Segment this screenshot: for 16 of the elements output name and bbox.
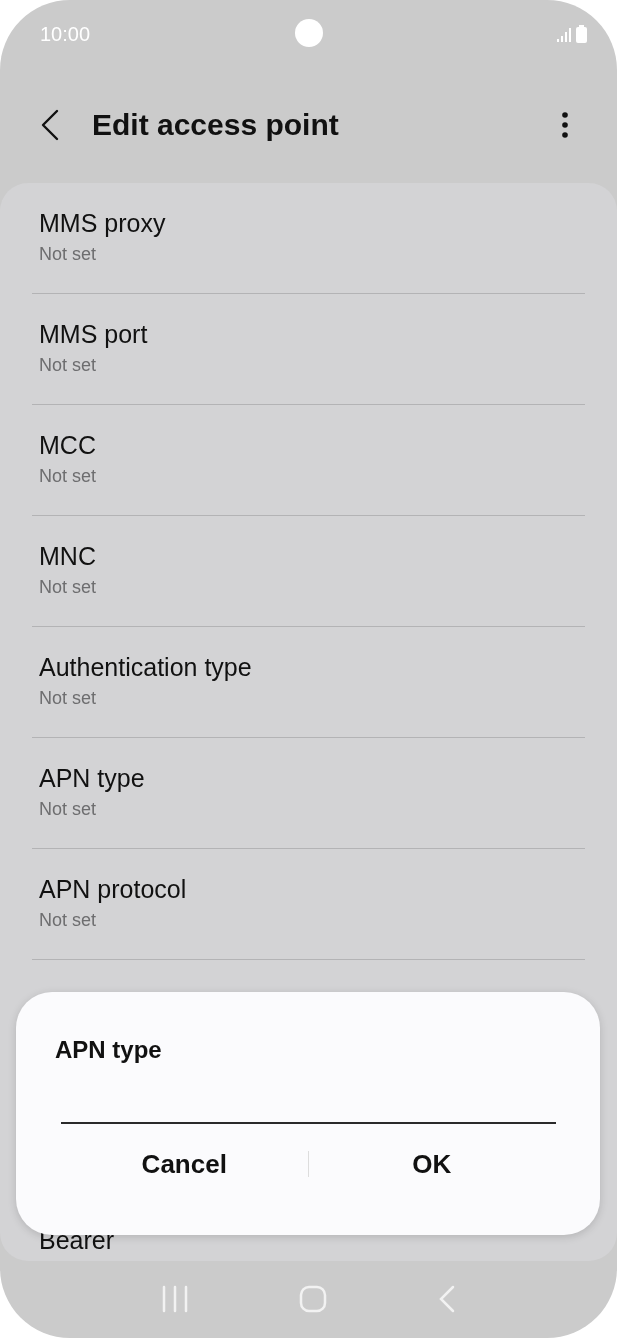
ok-button[interactable]: OK	[308, 1138, 555, 1190]
cancel-button[interactable]: Cancel	[61, 1138, 308, 1190]
signal-icon	[556, 27, 572, 43]
setting-item[interactable]: Authentication type Not set	[32, 627, 585, 738]
dialog-title: APN type	[55, 1036, 163, 1064]
setting-item[interactable]: APN protocol Not set	[32, 849, 585, 960]
battery-icon	[576, 25, 587, 43]
setting-item[interactable]: MMS proxy Not set	[32, 183, 585, 294]
setting-item[interactable]: MMS port Not set	[32, 294, 585, 405]
setting-item[interactable]: APN type Not set	[32, 738, 585, 849]
back-icon[interactable]	[40, 109, 60, 141]
more-options-icon[interactable]	[561, 111, 569, 139]
camera-hole	[295, 19, 323, 47]
setting-item[interactable]: MCC Not set	[32, 405, 585, 516]
page-title: Edit access point	[92, 108, 339, 142]
setting-item[interactable]: MNC Not set	[32, 516, 585, 627]
